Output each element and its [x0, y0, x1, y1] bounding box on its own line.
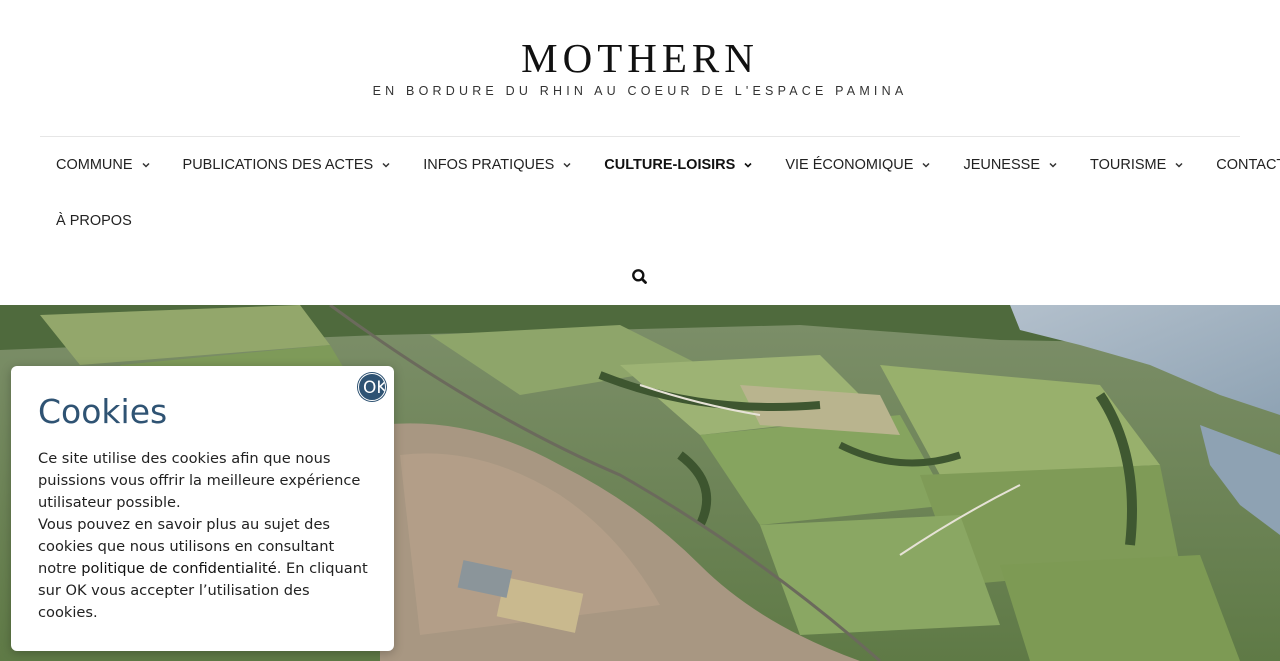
chevron-down-icon	[381, 160, 391, 170]
nav-item-culture-loisirs[interactable]: CULTURE-LOISIRS	[588, 137, 769, 193]
nav-item-label: VIE ÉCONOMIQUE	[785, 157, 914, 173]
nav-item-label: JEUNESSE	[963, 157, 1040, 173]
nav-item-label: CULTURE-LOISIRS	[604, 157, 736, 173]
main-nav: COMMUNE PUBLICATIONS DES ACTES INFOS PRA…	[40, 137, 1280, 193]
nav-item-label: INFOS PRATIQUES	[423, 157, 555, 173]
cookie-notice: OK Cookies Ce site utilise des cookies a…	[11, 366, 394, 651]
main-nav-row-2: À PROPOS	[40, 193, 148, 249]
search-icon[interactable]	[630, 267, 650, 287]
nav-item-infos-pratiques[interactable]: INFOS PRATIQUES	[407, 137, 588, 193]
privacy-policy-link[interactable]: politique de confidentialité	[81, 560, 277, 577]
cookie-text-paragraph-1: Ce site utilise des cookies afin que nou…	[38, 450, 361, 511]
cookie-ok-button[interactable]: OK	[358, 373, 386, 401]
cookie-title: Cookies	[38, 392, 168, 431]
nav-item-a-propos[interactable]: À PROPOS	[40, 193, 148, 249]
chevron-down-icon	[141, 160, 151, 170]
chevron-down-icon	[562, 160, 572, 170]
nav-item-contact[interactable]: CONTACT	[1200, 137, 1280, 193]
nav-item-label: PUBLICATIONS DES ACTES	[182, 157, 374, 173]
nav-item-vie-economique[interactable]: VIE ÉCONOMIQUE	[769, 137, 947, 193]
cookie-text: Ce site utilise des cookies afin que nou…	[38, 448, 373, 624]
nav-item-tourisme[interactable]: TOURISME	[1074, 137, 1200, 193]
chevron-down-icon	[743, 160, 753, 170]
nav-item-label: COMMUNE	[56, 157, 133, 173]
chevron-down-icon	[921, 160, 931, 170]
site-header: MOTHERN EN BORDURE DU RHIN AU COEUR DE L…	[0, 0, 1280, 305]
site-title[interactable]: MOTHERN	[0, 34, 1280, 82]
nav-item-commune[interactable]: COMMUNE	[40, 137, 167, 193]
nav-item-label: À PROPOS	[56, 213, 132, 229]
site-tagline: EN BORDURE DU RHIN AU COEUR DE L'ESPACE …	[372, 84, 908, 98]
nav-item-jeunesse[interactable]: JEUNESSE	[947, 137, 1074, 193]
chevron-down-icon	[1048, 160, 1058, 170]
nav-item-label: TOURISME	[1090, 157, 1167, 173]
nav-item-publications-des-actes[interactable]: PUBLICATIONS DES ACTES	[167, 137, 408, 193]
chevron-down-icon	[1174, 160, 1184, 170]
nav-item-label: CONTACT	[1216, 157, 1280, 173]
